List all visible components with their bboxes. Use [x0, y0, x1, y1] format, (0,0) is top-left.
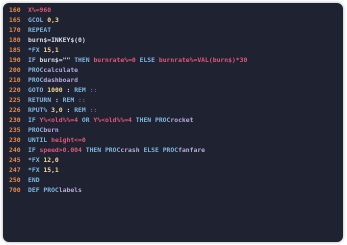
code-line[interactable]: 220 GOTO 1000 : REM ::: [9, 85, 247, 95]
line-number: 250: [9, 176, 21, 184]
code-token: REPEAT: [28, 26, 52, 34]
code-token: 15,1: [43, 166, 59, 174]
code-token: THEN PROC: [135, 116, 171, 124]
code-token: *FX: [28, 46, 44, 54]
line-number: 165: [9, 16, 21, 24]
code-token: *FX: [28, 166, 44, 174]
code-line[interactable]: 225 RETURN : REM ::: [9, 95, 247, 105]
code-token: *FX: [28, 156, 44, 164]
code-line[interactable]: 240 IF speed>0.004 THEN PROCcrash ELSE PR…: [9, 145, 247, 155]
code-line[interactable]: 226 RPUT% 3,0 : REM ::: [9, 105, 247, 115]
code-token: RPUT%: [28, 106, 52, 114]
code-line[interactable]: 185 *FX 15,1: [9, 45, 247, 55]
code-token: GCOL: [28, 16, 48, 24]
code-token: burnrate%=0: [93, 56, 140, 64]
code-editor[interactable]: 160 X%=960 165 GCOL 0,3 170 REPEAT 180 burn$=IN…: [3, 3, 343, 242]
line-number: 225: [9, 96, 21, 104]
code-line[interactable]: 165 GCOL 0,3: [9, 15, 247, 25]
code-token: burnrate%=VAL(burn$)*30: [158, 56, 248, 64]
code-line[interactable]: 190 IF burn$="" THEN burnrate%=0 ELSE bur…: [9, 55, 247, 65]
code-listing: 160 X%=960 165 GCOL 0,3 170 REPEAT 180 burn$=IN…: [9, 5, 247, 195]
line-number: 160: [9, 6, 21, 14]
code-token: dashboard: [43, 76, 79, 84]
code-token: IF: [28, 146, 40, 154]
code-line[interactable]: 160 X%=960: [9, 5, 247, 15]
code-token: burn$=INKEY$(0): [28, 36, 86, 44]
line-number: 240: [9, 146, 21, 154]
code-token: burn: [43, 126, 59, 134]
code-token: ELSE PROC: [143, 146, 179, 154]
code-token: 3,0: [51, 106, 63, 114]
code-token: calculate: [43, 66, 79, 74]
line-number: 245: [9, 156, 21, 164]
code-token: :: [62, 106, 75, 114]
code-line[interactable]: 200 PROCcalculate: [9, 65, 247, 75]
code-token: PROC: [28, 126, 44, 134]
code-token: DEF PROC: [28, 186, 59, 194]
code-line[interactable]: 250 END: [9, 175, 247, 185]
code-token: THEN: [74, 56, 94, 64]
line-number: 200: [9, 66, 21, 74]
code-token: speed>0.004: [39, 146, 86, 154]
code-token: ::: [89, 106, 98, 114]
code-token: rocket: [170, 116, 194, 124]
line-number: 210: [9, 76, 21, 84]
code-token: :: [51, 96, 63, 104]
code-token: REM: [74, 106, 90, 114]
code-token: 15,1: [43, 46, 59, 54]
line-number: 247: [9, 166, 21, 174]
line-number: 226: [9, 106, 21, 114]
code-line[interactable]: 170 REPEAT: [9, 25, 247, 35]
code-token: IF: [28, 56, 40, 64]
line-number: 700: [9, 186, 21, 194]
code-token: REM: [62, 96, 79, 104]
code-token: X%=960: [28, 6, 52, 14]
code-token: fanfare: [178, 146, 206, 154]
code-token: 0,3: [47, 16, 59, 24]
code-token: PROC: [28, 66, 44, 74]
code-token: GOTO: [28, 86, 48, 94]
code-line[interactable]: 247 *FX 15,1: [9, 165, 247, 175]
code-token: OR: [81, 116, 94, 124]
line-number: 235: [9, 126, 21, 134]
code-token: ::: [89, 86, 98, 94]
code-token: REM: [74, 86, 90, 94]
code-token: height<=0: [51, 136, 86, 144]
code-token: labels: [58, 186, 82, 194]
line-number: 190: [9, 56, 21, 64]
line-number: 170: [9, 26, 21, 34]
code-token: 1000: [47, 86, 63, 94]
code-line[interactable]: 700 DEF PROClabels: [9, 185, 247, 195]
code-token: PROC: [28, 76, 44, 84]
code-token: Y%<old%%=4: [93, 116, 136, 124]
code-token: :: [62, 86, 75, 94]
line-number: 220: [9, 86, 21, 94]
code-token: RETURN: [28, 96, 52, 104]
code-line[interactable]: 245 *FX 12,0: [9, 155, 247, 165]
code-line[interactable]: 210 PROCdashboard: [9, 75, 247, 85]
code-token: ::: [78, 96, 86, 104]
line-number: 230: [9, 136, 21, 144]
code-token: END: [28, 176, 40, 184]
code-token: THEN PROC: [85, 146, 121, 154]
line-number: 230: [9, 116, 21, 124]
code-token: crash: [120, 146, 144, 154]
code-token: Y%<old%%=4: [39, 116, 82, 124]
code-line[interactable]: 230 IF Y%<old%%=4 OR Y%<old%%=4 THEN PROC…: [9, 115, 247, 125]
code-line[interactable]: 235 PROCburn: [9, 125, 247, 135]
line-number: 185: [9, 46, 21, 54]
code-token: burn$="": [39, 56, 75, 64]
code-line[interactable]: 230 UNTIL height<=0: [9, 135, 247, 145]
code-token: ELSE: [139, 56, 159, 64]
line-number: 180: [9, 36, 21, 44]
code-token: UNTIL: [28, 136, 52, 144]
code-line[interactable]: 180 burn$=INKEY$(0): [9, 35, 247, 45]
code-token: 12,0: [43, 156, 59, 164]
code-token: IF: [28, 116, 40, 124]
